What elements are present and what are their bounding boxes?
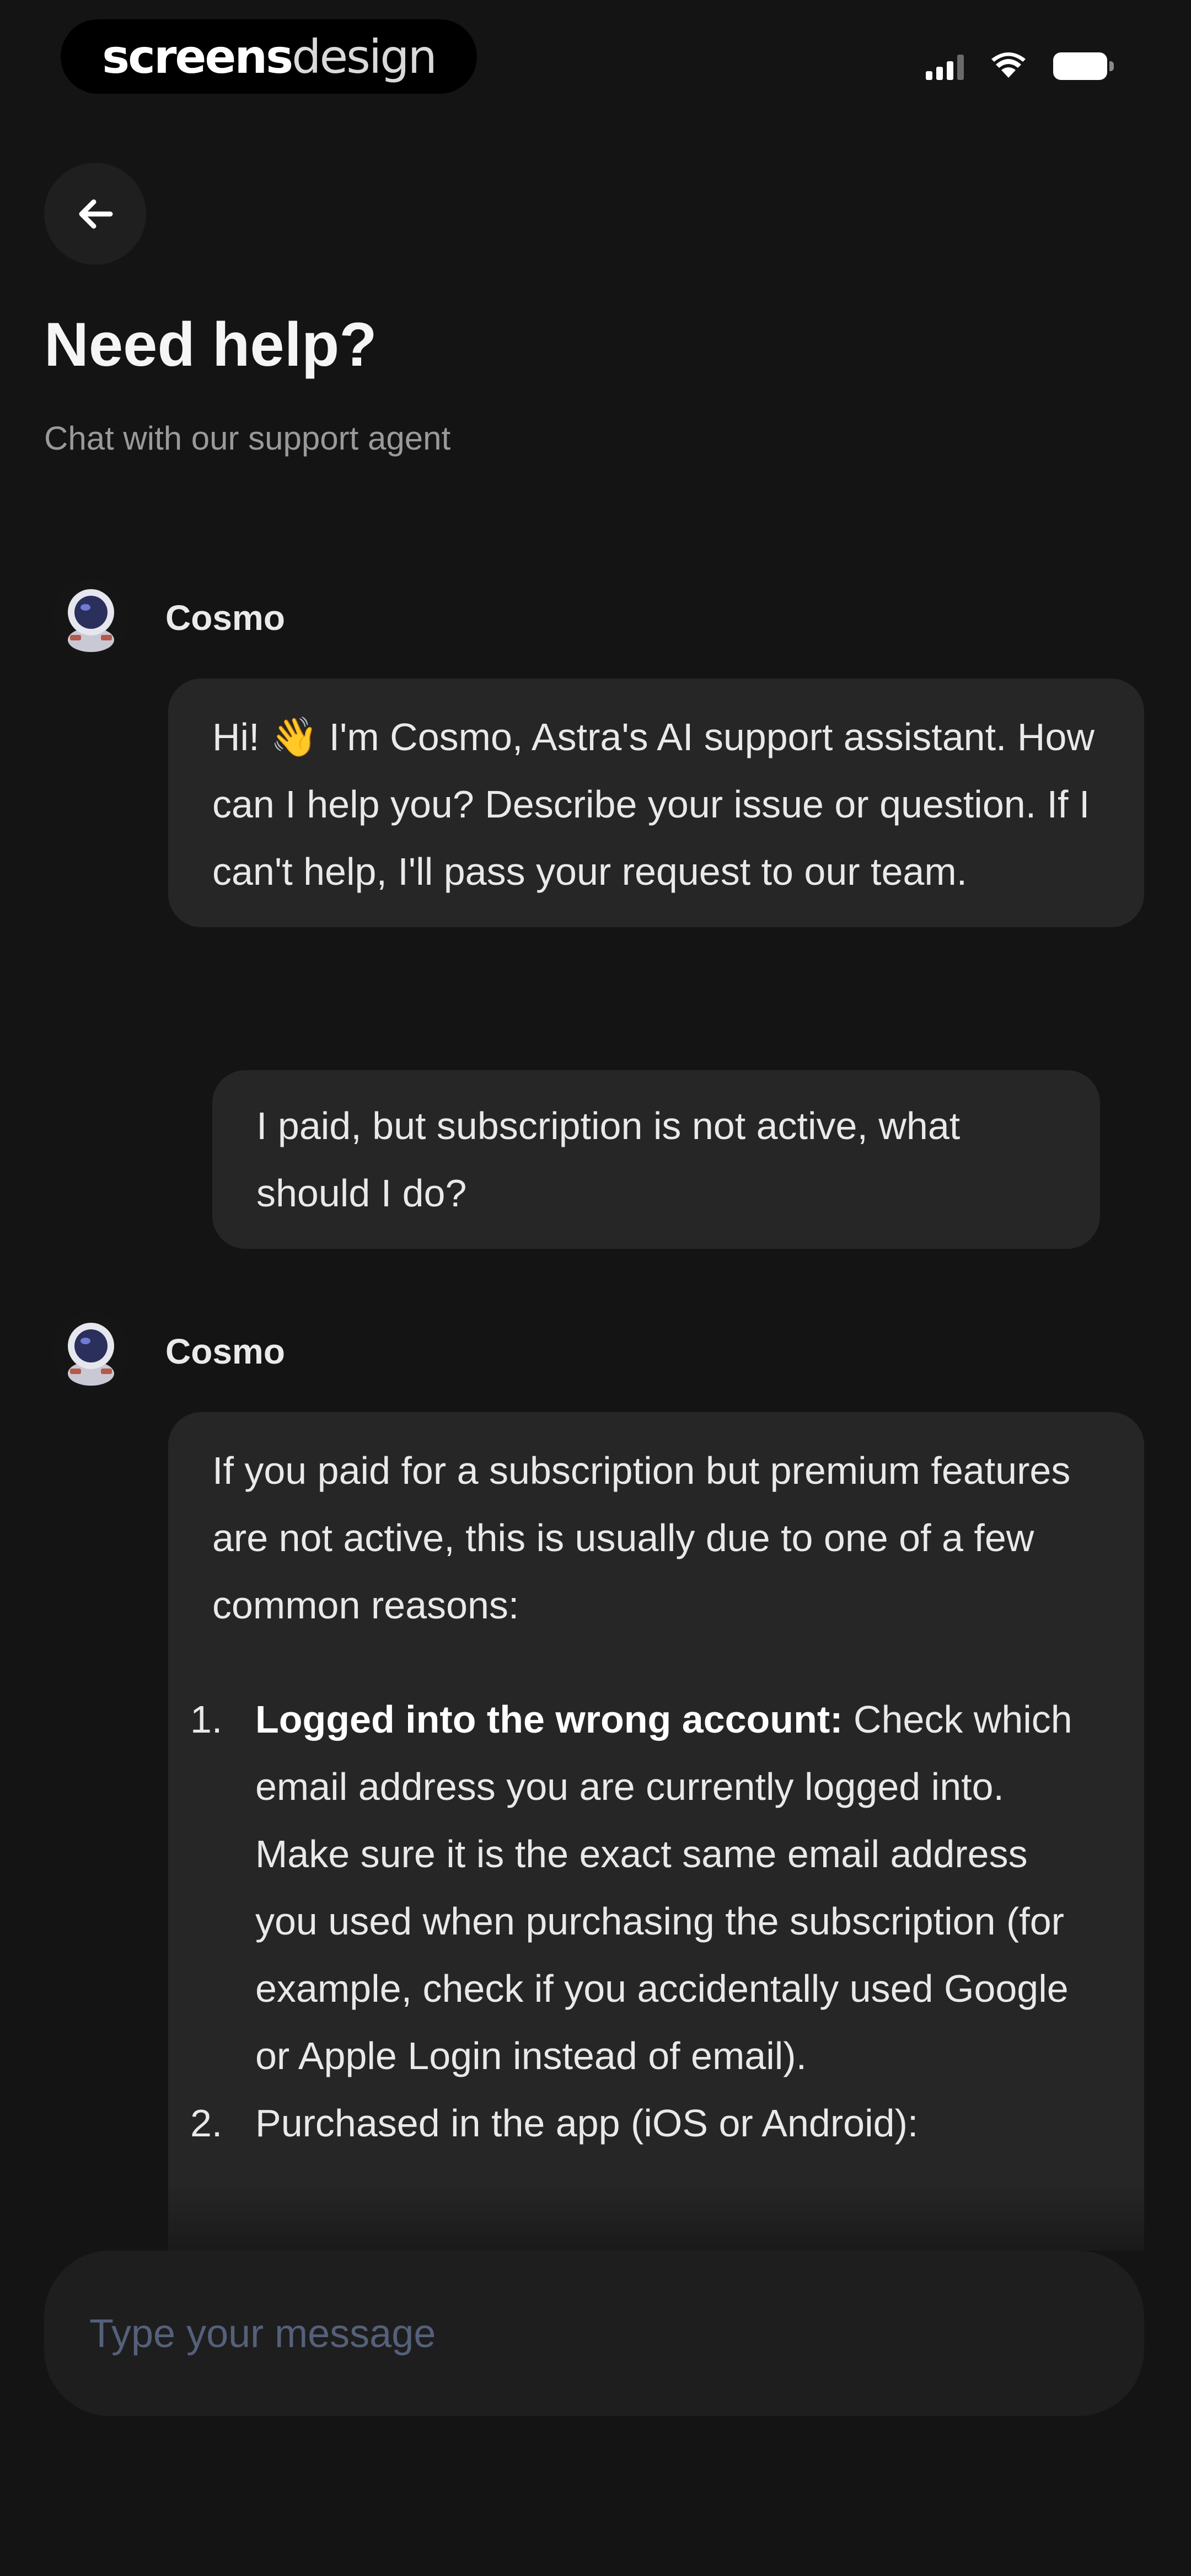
brand-logo-light: design <box>292 29 437 84</box>
agent-header: Cosmo <box>52 579 285 656</box>
agent-message-bubble: Hi! 👋 I'm Cosmo, Astra's AI support assi… <box>168 678 1144 927</box>
message-text: I paid, but subscription is not active, … <box>256 1104 961 1215</box>
list-item: 2. Purchased in the app (iOS or Android): <box>190 2102 919 2145</box>
astronaut-icon <box>68 1323 114 1386</box>
brand-badge: screensdesign <box>61 19 477 94</box>
cellular-signal-icon <box>926 52 964 80</box>
wifi-icon <box>991 52 1026 78</box>
page-title: Need help? <box>44 310 377 379</box>
agent-avatar <box>52 579 130 656</box>
brand-logo-bold: screens <box>102 29 293 84</box>
status-bar: screensdesign <box>0 0 1191 110</box>
brand-logo: screensdesign <box>102 29 437 84</box>
agent-header: Cosmo <box>52 1313 285 1390</box>
astronaut-icon <box>68 589 114 652</box>
list-item: 1. Logged into the wrong account: Check w… <box>190 1698 1072 2077</box>
user-message-bubble: I paid, but subscription is not active, … <box>212 1070 1100 1249</box>
agent-avatar <box>52 1313 130 1390</box>
arrow-left-icon <box>79 199 112 228</box>
message-text: If you paid for a subscription but premi… <box>212 1449 1071 1627</box>
list-item-heading: Logged into the wrong account: <box>255 1698 843 1741</box>
message-composer <box>44 2251 1144 2417</box>
page-subtitle: Chat with our support agent <box>44 420 451 457</box>
agent-message-bubble: If you paid for a subscription but premi… <box>168 1412 1144 2295</box>
message-text: Hi! 👋 I'm Cosmo, Astra's AI support assi… <box>212 715 1095 893</box>
message-input[interactable] <box>88 2251 1099 2417</box>
agent-name: Cosmo <box>165 598 285 638</box>
battery-icon <box>1053 52 1114 80</box>
status-icons <box>926 52 1114 80</box>
agent-name: Cosmo <box>165 1332 285 1371</box>
reasons-list: 1. Logged into the wrong account: Check w… <box>190 1686 1100 2157</box>
list-item-text: Check which email address you are curren… <box>255 1698 1072 2077</box>
back-button[interactable] <box>44 163 146 265</box>
list-item-text: Purchased in the app (iOS or Android): <box>255 2102 919 2145</box>
